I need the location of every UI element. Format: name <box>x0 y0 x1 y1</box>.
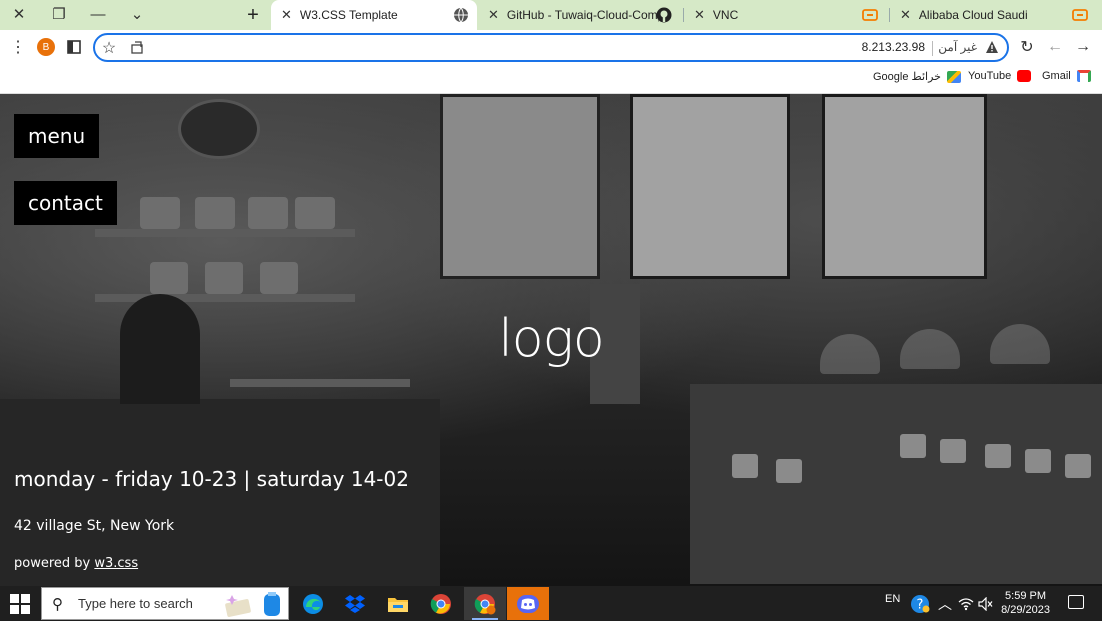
search-placeholder: Type here to search <box>78 596 193 611</box>
menu-kebab-icon[interactable]: ⋮ <box>6 35 30 59</box>
tab-w3css[interactable]: ✕ W3.CSS Template <box>271 0 477 30</box>
side-panel-button[interactable] <box>62 35 86 59</box>
star-icon: ☆ <box>101 40 117 57</box>
cloud-icon <box>862 9 878 21</box>
powered-by-prefix: powered by <box>14 556 95 571</box>
install-app-button[interactable] <box>125 36 149 60</box>
chevron-up-icon: ︿ <box>938 595 952 612</box>
windows-taskbar: ⚲ Type here to search EN ? ︿ 5:59 PM 8/2 <box>0 586 1102 621</box>
search-icon: ⚲ <box>52 595 63 613</box>
volume-tray-button[interactable] <box>978 586 994 621</box>
bookmark-gmail[interactable]: Gmail <box>1042 70 1091 82</box>
close-icon: ✕ <box>12 6 26 23</box>
close-icon[interactable]: ✕ <box>900 7 911 23</box>
search-highlight-icon <box>225 592 280 617</box>
taskbar-search-box[interactable]: ⚲ Type here to search <box>41 587 289 620</box>
forward-button[interactable]: ← <box>1043 35 1067 59</box>
taskbar-discord[interactable] <box>507 587 549 620</box>
clock-date: 8/29/2023 <box>1001 604 1050 616</box>
close-icon[interactable]: ✕ <box>281 7 292 23</box>
bookmark-google-maps[interactable]: Google خرائط <box>873 70 961 83</box>
plus-icon: + <box>247 3 259 26</box>
install-icon <box>131 41 143 54</box>
w3css-link[interactable]: w3.css <box>94 556 138 571</box>
network-tray-button[interactable] <box>958 586 974 621</box>
reload-icon: ↻ <box>1020 39 1034 56</box>
volume-muted-icon <box>978 596 993 611</box>
close-icon[interactable]: ✕ <box>488 7 499 23</box>
taskbar-dropbox[interactable] <box>334 587 376 620</box>
menu-button[interactable]: menu <box>14 114 100 158</box>
opening-hours: monday - friday 10-23 | saturday 14-02 <box>14 467 409 491</box>
profile-avatar[interactable]: B <box>37 38 55 56</box>
file-explorer-icon <box>388 597 408 612</box>
close-icon[interactable]: ✕ <box>694 7 705 23</box>
restore-icon: ❐ <box>52 6 66 23</box>
bookmark-label: YouTube <box>968 70 1012 82</box>
clock-time: 5:59 PM <box>1005 590 1047 602</box>
tab-search-button[interactable]: ⌄ <box>118 0 156 28</box>
security-label[interactable]: غير آمن <box>938 40 977 54</box>
tab-title: Alibaba Cloud Saudi <box>918 8 1028 22</box>
show-hidden-icons-button[interactable]: ︿ <box>938 586 952 621</box>
taskbar-edge[interactable] <box>292 587 334 620</box>
tab-title: GitHub - Tuwaiq-Cloud-Computi <box>506 8 659 22</box>
bookmark-star-button[interactable]: ☆ <box>97 36 121 60</box>
edge-icon <box>303 593 323 614</box>
contact-button[interactable]: contact <box>14 181 117 225</box>
github-icon <box>656 7 672 23</box>
omnibox-divider <box>932 41 933 56</box>
close-window-button[interactable]: ✕ <box>0 0 38 28</box>
url-text[interactable]: 8.213.23.98 <box>862 40 925 54</box>
restore-window-button[interactable]: ❐ <box>40 0 78 28</box>
cloud-icon <box>1072 9 1088 21</box>
webpage-content: menu contact logo monday - friday 10-23 … <box>0 94 1102 586</box>
tab-github[interactable]: ✕ GitHub - Tuwaiq-Cloud-Computi <box>478 0 680 30</box>
back-button[interactable]: → <box>1071 35 1095 59</box>
bookmark-youtube[interactable]: YouTube <box>968 70 1032 82</box>
help-icon: ? <box>911 594 930 613</box>
maps-icon <box>946 70 961 83</box>
help-tray-button[interactable]: ? <box>910 586 930 621</box>
taskbar-clock[interactable]: 5:59 PM 8/29/2023 <box>1001 589 1050 617</box>
wifi-icon <box>958 597 974 610</box>
address-text: 42 village St, New York <box>14 518 175 534</box>
side-panel-icon <box>67 40 81 54</box>
warning-icon[interactable] <box>985 40 999 54</box>
minimize-window-button[interactable]: — <box>79 0 117 28</box>
taskbar-file-explorer[interactable] <box>377 587 419 620</box>
arrow-right-icon: → <box>1075 38 1091 55</box>
new-tab-button[interactable]: + <box>238 0 268 30</box>
taskbar-chrome[interactable] <box>420 587 462 620</box>
gmail-icon <box>1076 70 1091 82</box>
arrow-left-icon: ← <box>1047 38 1063 55</box>
minimize-icon: — <box>90 5 106 23</box>
bookmarks-bar: Google خرائط YouTube Gmail <box>0 64 1102 94</box>
logo-text: logo <box>498 309 604 369</box>
tab-title: W3.CSS Template <box>299 8 398 22</box>
reload-button[interactable]: ↻ <box>1015 35 1039 59</box>
bookmark-label: Gmail <box>1042 70 1071 82</box>
language-indicator[interactable]: EN <box>885 581 900 616</box>
tab-vnc[interactable]: ✕ VNC <box>684 0 886 30</box>
powered-by: powered by w3.css <box>14 556 138 571</box>
dropbox-icon <box>345 594 365 613</box>
tab-alibaba[interactable]: ✕ Alibaba Cloud Saudi <box>890 0 1096 30</box>
taskbar-chrome-profile[interactable] <box>464 587 506 620</box>
address-bar[interactable]: ☆ 8.213.23.98 غير آمن <box>93 33 1009 62</box>
chevron-down-icon: ⌄ <box>130 6 144 23</box>
notification-center-icon[interactable] <box>1068 595 1084 609</box>
browser-toolbar: ⋮ B ☆ 8.213.23.98 غير آمن ↻ ← → <box>0 30 1102 64</box>
tab-title: VNC <box>712 8 739 22</box>
youtube-icon <box>1017 70 1032 82</box>
tab-strip: ✕ ❐ — ⌄ + ✕ W3.CSS Template ✕ GitHub - T… <box>0 0 1102 30</box>
bookmark-label: Google خرائط <box>873 71 941 83</box>
discord-icon <box>517 594 539 613</box>
chrome-icon <box>430 593 451 614</box>
globe-icon <box>454 7 468 23</box>
chrome-profile-icon <box>474 593 496 614</box>
windows-start-button[interactable] <box>10 594 30 614</box>
svg-text:?: ? <box>917 597 924 612</box>
